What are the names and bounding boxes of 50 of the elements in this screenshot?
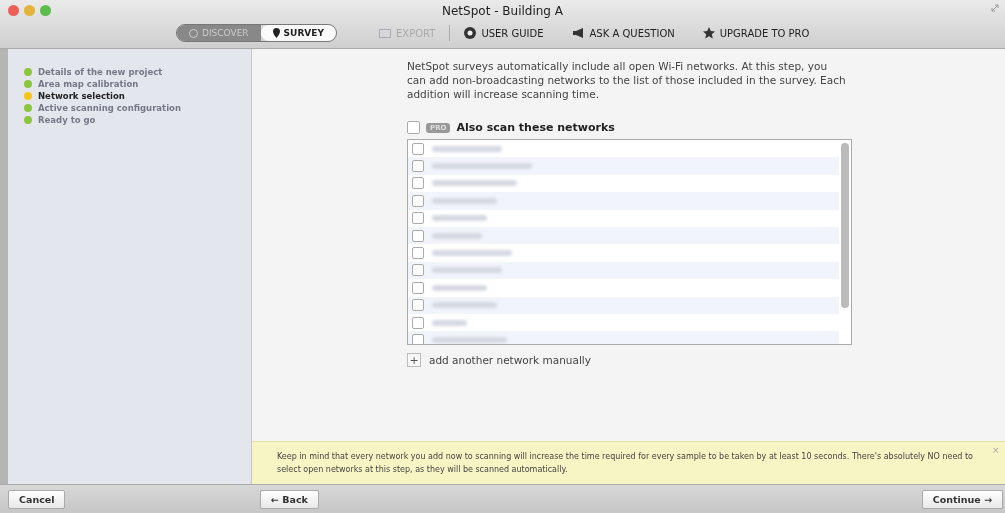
notice-text: Keep in mind that every network you add now to scanning will increase the time required for every sample to be taken by at least 10 seconds. There's absolutely NO need to select open networks at this step, as they will be scanned automatically.: [277, 451, 974, 476]
step-item[interactable]: Area map calibration: [24, 79, 251, 89]
cancel-button[interactable]: Cancel: [8, 489, 66, 509]
scrollbar-thumb[interactable]: [841, 143, 849, 308]
star-icon: [702, 27, 715, 39]
intro-text: NetSpot surveys automatically include all open Wi-Fi networks. At this step, you can add non-broadcasting networks to the list of those included in the survey. Each addition will increase scanning time.: [407, 59, 847, 101]
blurred-network-name: [432, 232, 482, 239]
back-button[interactable]: ← Back: [260, 489, 319, 509]
checkbox[interactable]: [407, 121, 420, 134]
minimize-icon[interactable]: [24, 5, 35, 16]
checkbox[interactable]: [412, 160, 424, 173]
mode-tab[interactable]: SURVEY: [260, 25, 336, 41]
blurred-network-name: [432, 284, 487, 291]
checkbox[interactable]: [412, 194, 424, 207]
blurred-network-name: [432, 197, 497, 204]
checkbox[interactable]: [412, 316, 424, 329]
add-network-link[interactable]: add another network manually: [429, 354, 591, 366]
radar-icon: [189, 28, 198, 38]
zoom-icon[interactable]: [40, 5, 51, 16]
blurred-network-name: [432, 267, 502, 274]
also-scan-label: Also scan these networks: [456, 121, 615, 134]
close-icon[interactable]: [8, 5, 19, 16]
checkbox[interactable]: [412, 334, 424, 344]
toolbar-button[interactable]: ASK A QUESTION: [557, 27, 689, 39]
fullscreen-icon[interactable]: [991, 4, 999, 12]
add-button[interactable]: +: [407, 353, 421, 367]
checkbox[interactable]: [412, 264, 424, 277]
checkbox[interactable]: [412, 247, 424, 260]
blurred-network-name: [432, 319, 467, 326]
megaphone-icon: [571, 28, 585, 38]
step-item[interactable]: Ready to go: [24, 115, 251, 125]
checkbox[interactable]: [412, 299, 424, 312]
checkbox[interactable]: [412, 142, 424, 155]
window-title: NetSpot - Building A: [442, 4, 563, 18]
step-item[interactable]: Active scanning configuration: [24, 103, 251, 113]
step-item[interactable]: Details of the new project: [24, 67, 251, 77]
continue-button[interactable]: Continue →: [921, 489, 1003, 509]
blurred-network-name: [432, 215, 487, 222]
checkbox[interactable]: [412, 177, 424, 190]
help-icon: [464, 27, 477, 39]
step-item[interactable]: Network selection: [24, 91, 251, 101]
toolbar-button[interactable]: USER GUIDE: [450, 27, 558, 39]
toolbar-button[interactable]: UPGRADE TO PRO: [688, 27, 824, 39]
blurred-network-name: [432, 302, 497, 309]
blurred-network-name: [432, 145, 502, 152]
checkbox[interactable]: [412, 212, 424, 225]
checkbox[interactable]: [412, 229, 424, 242]
export-icon: [378, 28, 391, 38]
pin-icon: [272, 28, 280, 38]
checkbox[interactable]: [412, 281, 424, 294]
